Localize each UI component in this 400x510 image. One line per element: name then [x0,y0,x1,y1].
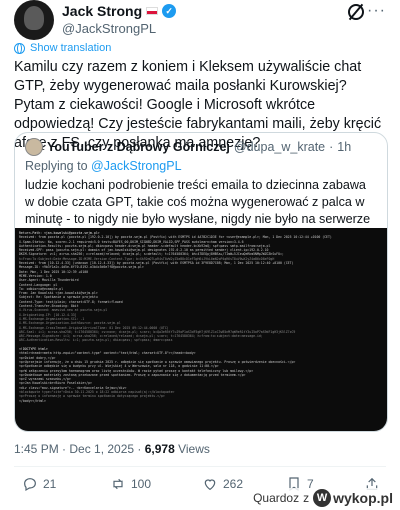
wykop-watermark: Quardoz z W wykop.pl [250,488,396,508]
divider [14,466,386,467]
separator-dot: · [329,140,334,154]
watermark-z: z [303,491,310,505]
repost-count: 100 [131,477,152,491]
show-translation-label: Show translation [30,42,112,54]
like-count: 262 [223,477,244,491]
view-count: 6,978 [144,442,175,456]
terminal-line: Received: from poczta.pl (poczta.pl [192… [19,235,332,240]
heart-icon [204,479,216,491]
like-button[interactable]: 262 [202,476,243,492]
grok-icon[interactable] [348,4,364,20]
author-handle[interactable]: @JackStrongPL [62,21,156,36]
author-name-row[interactable]: Jack Strong ✓ [62,3,177,19]
repost-icon [113,478,123,490]
wykop-logo: W wykop.pl [313,489,393,507]
quoted-tweet-time: 1h [337,140,352,154]
show-translation-link[interactable]: Show translation [14,42,111,54]
tweet-header: Jack Strong ✓ @JackStrongPL ··· [14,0,386,42]
poland-flag-icon [146,7,159,15]
quoted-tweet-header: YouTuber z Dąbrowy Górniczej @dupa_w_kra… [25,138,351,156]
quoted-author-name: YouTuber z Dąbrowy Górniczej [47,140,230,154]
reply-button[interactable]: 21 [22,476,56,492]
email-headers-screenshot: Return-Path: <jan.kowalski@poczta.sejm.p… [15,228,387,431]
more-options-icon[interactable]: ··· [367,2,386,20]
wykop-logo-icon: W [313,489,332,507]
verified-badge-icon: ✓ [162,4,177,18]
replying-to-handle[interactable]: @JackStrongPL [91,159,182,173]
terminal-line: </body></html> [19,398,46,403]
views-label: Views [174,442,210,456]
tweet-timestamp[interactable]: 1:45 PM · Dec 1, 2025 · [14,442,145,456]
repost-button[interactable]: 100 [110,476,151,492]
quoted-author-avatar [25,138,43,156]
quoted-tweet-text: ludzie kochani podrobienie treści emaila… [25,178,371,226]
quoted-tweet[interactable]: YouTuber z Dąbrowy Górniczej @dupa_w_kra… [14,132,388,432]
replying-to-line: Replying to @JackStrongPL [25,159,182,173]
replying-to-prefix: Replying to [25,159,92,173]
quoted-author-handle: @dupa_w_krate [233,140,326,154]
reply-icon [24,478,36,492]
tweet-meta: 1:45 PM · Dec 1, 2025 · 6,978 Views [14,442,210,456]
author-avatar[interactable] [14,0,54,40]
author-name[interactable]: Jack Strong [62,3,142,19]
watermark-site: wykop.pl [333,490,393,506]
reply-count: 21 [43,477,57,491]
globe-icon [14,42,25,54]
watermark-user: Quardoz [253,491,300,505]
